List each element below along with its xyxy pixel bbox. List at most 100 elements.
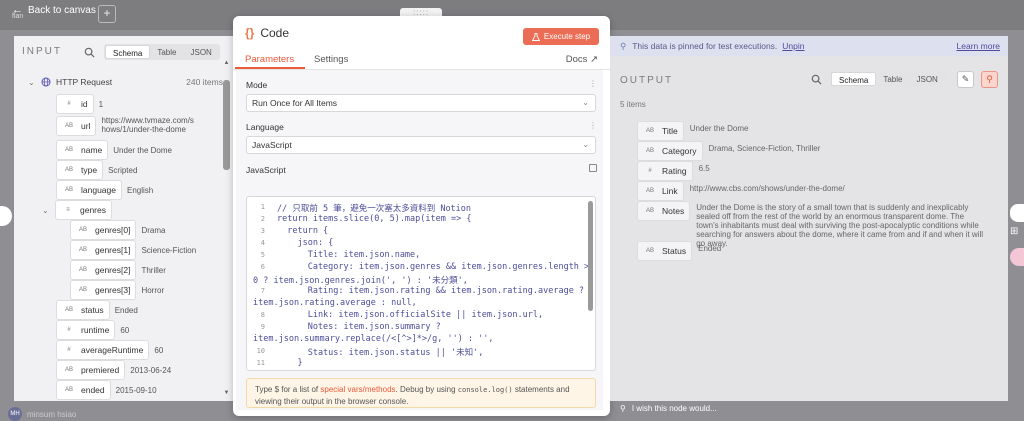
field-value: http://www.cbs.com/shows/under-the-dome/ bbox=[689, 184, 845, 193]
code-editor[interactable]: 1 // 只取前 5 筆，避免一次塞太多資料到 Notion 2 return … bbox=[246, 196, 596, 371]
learn-more-link[interactable]: Learn more bbox=[957, 41, 1000, 51]
mode-label: Mode bbox=[246, 80, 268, 90]
side-globe-icon[interactable] bbox=[0, 206, 12, 226]
field-key[interactable]: AB Notes bbox=[637, 201, 691, 221]
field-key[interactable]: AB ended bbox=[56, 380, 111, 400]
field-row: AB type Scripted bbox=[56, 160, 137, 180]
scroll-down-icon[interactable]: ▼ bbox=[223, 390, 230, 396]
field-key[interactable]: AB url bbox=[56, 116, 97, 136]
code-node-modal: {} Code Execute step Parameters Settings… bbox=[233, 16, 610, 416]
field-row-genres[interactable]: ⌄ ≡ genres bbox=[42, 200, 112, 220]
scroll-up-icon[interactable]: ▲ bbox=[223, 60, 230, 66]
chevron-down-icon: ⌄ bbox=[582, 140, 589, 149]
field-value: Under the Dome bbox=[689, 124, 749, 133]
genre-item: AB genres[1] Science-Fiction bbox=[70, 240, 196, 260]
text-type-icon: AB bbox=[78, 227, 87, 233]
unpin-link[interactable]: Unpin bbox=[782, 41, 804, 51]
field-key[interactable]: AB name bbox=[56, 140, 109, 160]
list-type-icon: ≡ bbox=[66, 207, 70, 213]
input-tab-json[interactable]: JSON bbox=[183, 45, 218, 59]
text-type-icon: AB bbox=[64, 307, 73, 313]
field-row: # id 1 bbox=[56, 94, 103, 114]
field-key[interactable]: # runtime bbox=[56, 320, 116, 340]
output-tab-json[interactable]: JSON bbox=[909, 72, 944, 86]
pin-icon: ⚲ bbox=[986, 74, 993, 84]
output-field-row: AB Category Drama, Science-Fiction, Thril… bbox=[637, 141, 820, 161]
code-line: return { bbox=[277, 226, 329, 236]
globe-icon bbox=[41, 77, 51, 87]
input-scrollbar-thumb[interactable] bbox=[223, 80, 230, 170]
input-panel: INPUT Schema Table JSON ⌄ HTTP Request 2… bbox=[14, 36, 234, 401]
right-side-tools: ⊞ bbox=[1010, 204, 1024, 274]
field-key[interactable]: ≡ genres bbox=[55, 200, 112, 220]
expand-editor-icon[interactable] bbox=[589, 164, 597, 172]
field-key[interactable]: AB premiered bbox=[56, 360, 126, 380]
field-value: Under the Dome is the story of a small t… bbox=[696, 203, 984, 248]
code-line: 0 ? item.json.genres.join(', ') : '未分類', bbox=[253, 276, 468, 286]
field-key[interactable]: AB Status bbox=[637, 241, 693, 261]
field-value: 60 bbox=[154, 345, 164, 355]
output-items-count: 5 items bbox=[620, 100, 646, 109]
output-heading: OUTPUT bbox=[620, 75, 674, 86]
code-line: Status: item.json.status || '未知', bbox=[277, 348, 484, 358]
text-type-icon: AB bbox=[645, 148, 654, 154]
output-tab-table[interactable]: Table bbox=[876, 72, 909, 86]
code-line: } bbox=[277, 358, 303, 368]
input-tab-schema[interactable]: Schema bbox=[105, 45, 151, 59]
back-to-canvas-link[interactable]: ← Back to canvas bbox=[12, 4, 96, 16]
tab-settings[interactable]: Settings bbox=[314, 54, 348, 65]
field-value: Ended bbox=[114, 305, 138, 315]
options-dots-icon[interactable]: ⋮ bbox=[589, 121, 597, 130]
feedback-prompt[interactable]: ⚲ I wish this node would... bbox=[620, 404, 717, 413]
field-row: # averageRuntime 60 bbox=[56, 340, 164, 360]
edit-output-button[interactable]: ✎ bbox=[957, 71, 974, 88]
language-select[interactable]: JavaScript ⌄ bbox=[246, 136, 596, 154]
workspace-label: flan bbox=[12, 13, 24, 20]
tree-root-http-request[interactable]: ⌄ HTTP Request 240 items bbox=[28, 74, 223, 90]
text-type-icon: AB bbox=[645, 208, 654, 214]
field-value: Ended bbox=[698, 244, 722, 253]
avatar: MH bbox=[8, 407, 22, 421]
input-scrollbar[interactable]: ▲ ▼ bbox=[223, 60, 230, 398]
text-type-icon: AB bbox=[645, 128, 654, 134]
notebook-icon[interactable] bbox=[1010, 204, 1024, 222]
field-key[interactable]: AB genres[0] bbox=[70, 220, 137, 240]
code-scrollbar[interactable] bbox=[588, 201, 593, 311]
grid-plus-icon[interactable]: ⊞ bbox=[1010, 226, 1024, 240]
options-dots-icon[interactable]: ⋮ bbox=[589, 79, 597, 88]
output-tab-schema[interactable]: Schema bbox=[831, 72, 877, 86]
field-key[interactable]: AB Title bbox=[637, 121, 684, 141]
number-type-icon: # bbox=[67, 101, 71, 107]
field-key[interactable]: # Rating bbox=[637, 161, 693, 181]
docs-link[interactable]: Docs ↗ bbox=[566, 54, 598, 65]
text-type-icon: AB bbox=[64, 123, 73, 129]
chevron-down-icon: ⌄ bbox=[28, 77, 35, 87]
tab-parameters[interactable]: Parameters bbox=[245, 54, 294, 65]
field-key[interactable]: AB Link bbox=[637, 181, 684, 201]
add-node-button[interactable]: + bbox=[98, 5, 116, 23]
field-key[interactable]: AB Category bbox=[637, 141, 703, 161]
field-row: AB language English bbox=[56, 180, 153, 200]
pinned-text: This data is pinned for test executions. bbox=[632, 41, 778, 51]
field-key[interactable]: AB language bbox=[56, 180, 122, 200]
execute-step-button[interactable]: Execute step bbox=[523, 28, 599, 45]
field-key[interactable]: # id bbox=[56, 94, 94, 114]
code-line: // 只取前 5 筆，避免一次塞太多資料到 Notion bbox=[277, 204, 472, 214]
field-key[interactable]: # averageRuntime bbox=[56, 340, 150, 360]
field-key[interactable]: AB type bbox=[56, 160, 104, 180]
search-icon[interactable] bbox=[84, 47, 95, 58]
field-key[interactable]: AB status bbox=[56, 300, 110, 320]
field-key[interactable]: AB genres[2] bbox=[70, 260, 137, 280]
mode-select[interactable]: Run Once for All Items ⌄ bbox=[246, 94, 596, 112]
input-tab-table[interactable]: Table bbox=[150, 45, 183, 59]
pinned-data-banner: ⚲ This data is pinned for test execution… bbox=[610, 36, 1008, 56]
special-vars-link[interactable]: special vars/methods bbox=[320, 385, 395, 394]
search-icon[interactable] bbox=[811, 74, 822, 85]
special-vars-hint: Type $ for a list of special vars/method… bbox=[246, 378, 596, 408]
text-type-icon: AB bbox=[64, 387, 73, 393]
pin-data-button[interactable]: ⚲ bbox=[981, 71, 998, 88]
field-key[interactable]: AB genres[1] bbox=[70, 240, 137, 260]
assistant-icon[interactable] bbox=[1010, 248, 1024, 266]
input-view-tabs: Schema Table JSON bbox=[104, 44, 220, 60]
field-key[interactable]: AB genres[3] bbox=[70, 280, 137, 300]
